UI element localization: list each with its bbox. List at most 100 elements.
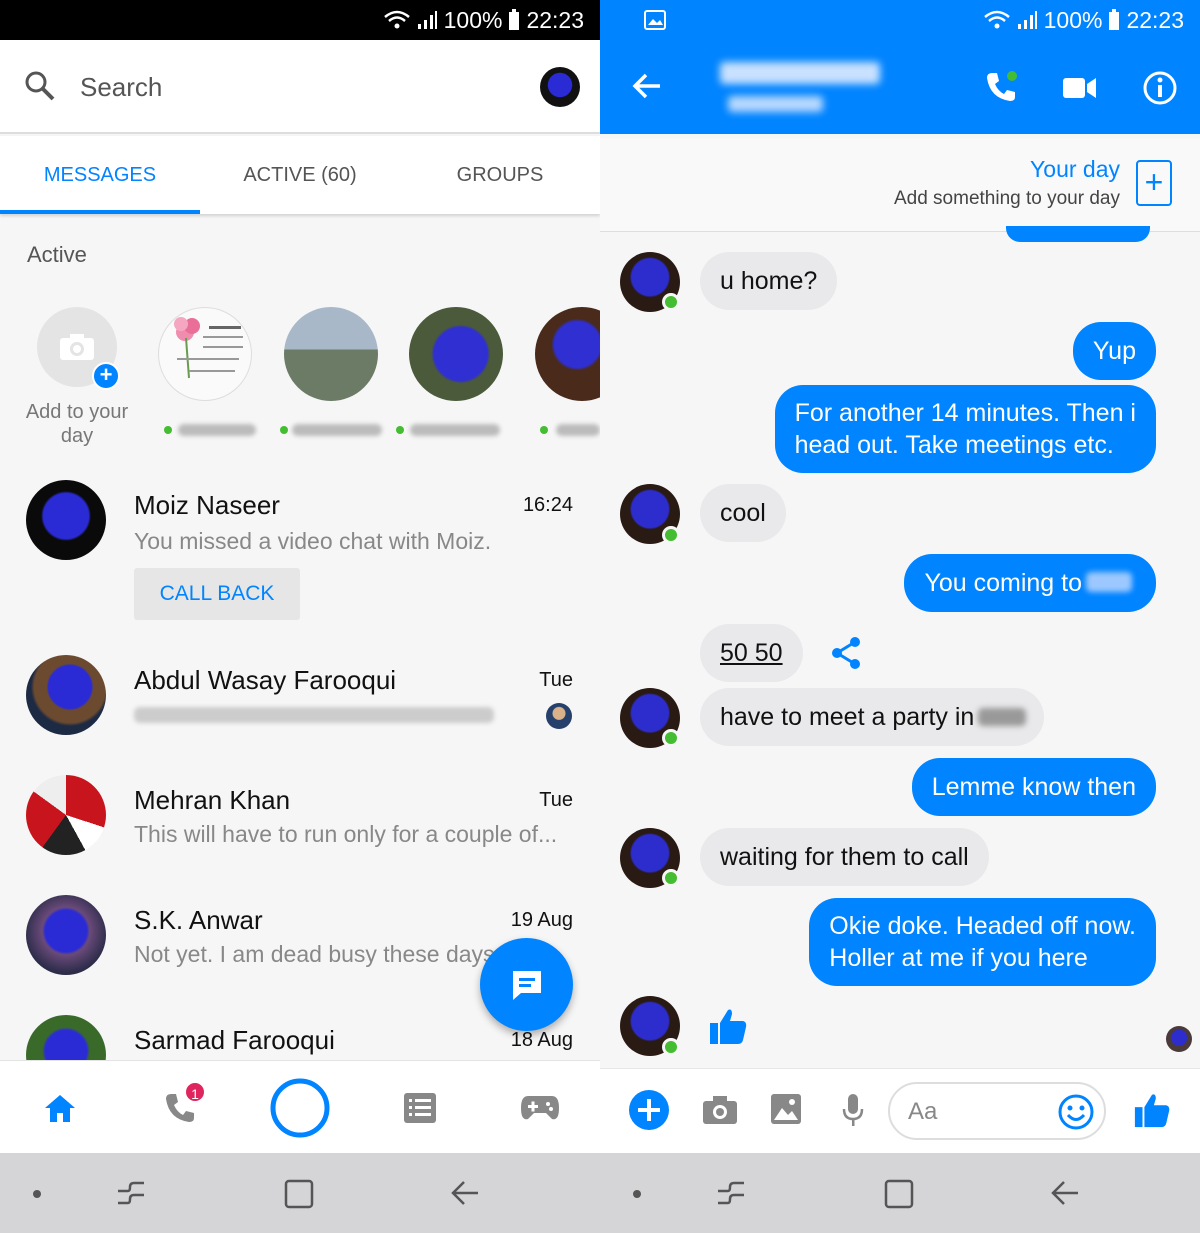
contact-name: Moiz Naseer [134, 490, 280, 520]
message-time: 16:24 [522, 494, 573, 516]
back-arrow-icon[interactable] [632, 72, 662, 100]
list-icon [404, 1092, 436, 1123]
avatar [26, 480, 106, 560]
blurred-name [292, 424, 382, 436]
blurred-name [556, 424, 600, 436]
online-indicator [662, 869, 680, 887]
tab-active[interactable]: ACTIVE (60) [200, 136, 400, 214]
share-icon[interactable] [830, 636, 862, 670]
chat-header [600, 40, 1200, 134]
message-text: You coming to [924, 569, 1082, 597]
message-line: Holler at me if you here [829, 944, 1088, 972]
nav-games[interactable] [500, 1061, 580, 1154]
nav-camera[interactable] [260, 1061, 340, 1154]
status-bar: 100% 22:23 [0, 0, 600, 40]
online-indicator [662, 526, 680, 544]
gamepad-icon [521, 1095, 559, 1119]
add-story-button[interactable]: + [1136, 160, 1172, 206]
outgoing-message[interactable]: Okie doke. Headed off now. Holler at me … [809, 898, 1156, 986]
chat-active-status-blurred [728, 96, 823, 112]
tab-messages[interactable]: MESSAGES [0, 136, 200, 214]
bottom-nav: 1 [0, 1060, 600, 1153]
back-button-icon[interactable] [450, 1179, 480, 1207]
home-icon [45, 1094, 75, 1122]
wifi-icon [983, 10, 1010, 29]
search-icon [25, 71, 55, 101]
emoji-icon[interactable] [1058, 1094, 1094, 1130]
story-avatar-3[interactable] [409, 307, 503, 401]
outgoing-message[interactable]: Yup [1072, 322, 1156, 380]
message-thread: u home? Yup For another 14 minutes. Then… [600, 226, 1200, 1062]
incoming-message[interactable]: u home? [700, 252, 838, 310]
video-call-icon[interactable] [1063, 76, 1097, 100]
chat-screen: 100% 22:23 Your day Add something to you… [600, 0, 1200, 1233]
previous-bubble-tail [1006, 226, 1150, 242]
avatar [26, 655, 106, 735]
search-bar[interactable]: Search [0, 40, 600, 134]
voice-call-icon[interactable] [984, 70, 1018, 104]
incoming-message[interactable]: cool [700, 484, 786, 542]
battery-icon [509, 9, 520, 30]
new-message-button[interactable] [480, 938, 573, 1031]
profile-avatar[interactable] [540, 67, 580, 107]
recent-apps-icon[interactable] [716, 1179, 746, 1207]
contact-name: Abdul Wasay Farooqui [134, 665, 397, 695]
recent-apps-icon[interactable] [116, 1179, 146, 1207]
camera-icon[interactable] [702, 1095, 738, 1125]
gallery-icon[interactable] [770, 1093, 802, 1125]
message-text: have to meet a party in [720, 703, 975, 731]
story-cars-image[interactable] [284, 307, 378, 401]
signal-icon [417, 11, 437, 29]
outgoing-message[interactable]: You coming to [904, 554, 1156, 612]
story-avatar-4[interactable] [535, 307, 600, 401]
compose-icon [512, 970, 541, 1000]
clock: 22:23 [1126, 6, 1184, 33]
nav-discover[interactable] [380, 1061, 460, 1154]
dot-icon[interactable] [632, 1189, 642, 1199]
message-time: 19 Aug [510, 909, 573, 931]
nav-home[interactable] [20, 1061, 100, 1154]
nav-calls[interactable]: 1 [140, 1061, 220, 1154]
signal-icon [1017, 11, 1037, 29]
story-quote-image[interactable] [158, 307, 252, 401]
add-story-plus-icon: + [92, 362, 120, 390]
call-back-button[interactable]: CALL BACK [134, 568, 300, 620]
home-button-icon[interactable] [284, 1179, 314, 1209]
outgoing-message[interactable]: Lemme know then [911, 758, 1156, 816]
incoming-message[interactable]: have to meet a party in [700, 688, 1045, 746]
search-input[interactable]: Search [80, 72, 162, 103]
your-day-subtitle: Add something to your day [893, 188, 1120, 209]
home-button-icon[interactable] [884, 1179, 914, 1209]
blurred-name [178, 424, 256, 436]
link-message[interactable]: 50 50 [700, 624, 803, 682]
message-time: Tue [539, 789, 573, 811]
contact-name: S.K. Anwar [134, 905, 263, 935]
online-indicator [662, 729, 680, 747]
system-nav-bar [600, 1153, 1200, 1233]
like-thumb-icon[interactable] [708, 1006, 748, 1046]
battery-percent: 100% [1043, 6, 1103, 33]
tab-groups[interactable]: GROUPS [400, 136, 600, 214]
add-icon[interactable] [628, 1089, 670, 1131]
blurred-text [978, 708, 1027, 726]
online-dot [540, 426, 548, 434]
clock: 22:23 [526, 6, 584, 33]
online-dot [280, 426, 288, 434]
back-button-icon[interactable] [1050, 1179, 1080, 1207]
outgoing-message[interactable]: For another 14 minutes. Then i head out.… [774, 385, 1156, 473]
your-day-banner[interactable]: Your day Add something to your day + [600, 138, 1200, 232]
active-names-blurred [160, 422, 600, 438]
blurred-text [1086, 572, 1132, 592]
incoming-message[interactable]: waiting for them to call [700, 828, 989, 886]
online-dot [164, 426, 172, 434]
contact-name: Mehran Khan [134, 785, 291, 815]
contact-name: Sarmad Farooqui [134, 1025, 335, 1055]
seen-avatar [546, 703, 572, 729]
info-icon[interactable] [1142, 70, 1178, 106]
dot-icon[interactable] [32, 1189, 42, 1199]
microphone-icon[interactable] [842, 1093, 864, 1127]
message-input[interactable]: Aa [888, 1082, 1106, 1140]
message-composer: Aa [600, 1068, 1200, 1153]
chat-contact-name-blurred[interactable] [720, 62, 880, 84]
send-like-icon[interactable] [1133, 1091, 1171, 1129]
